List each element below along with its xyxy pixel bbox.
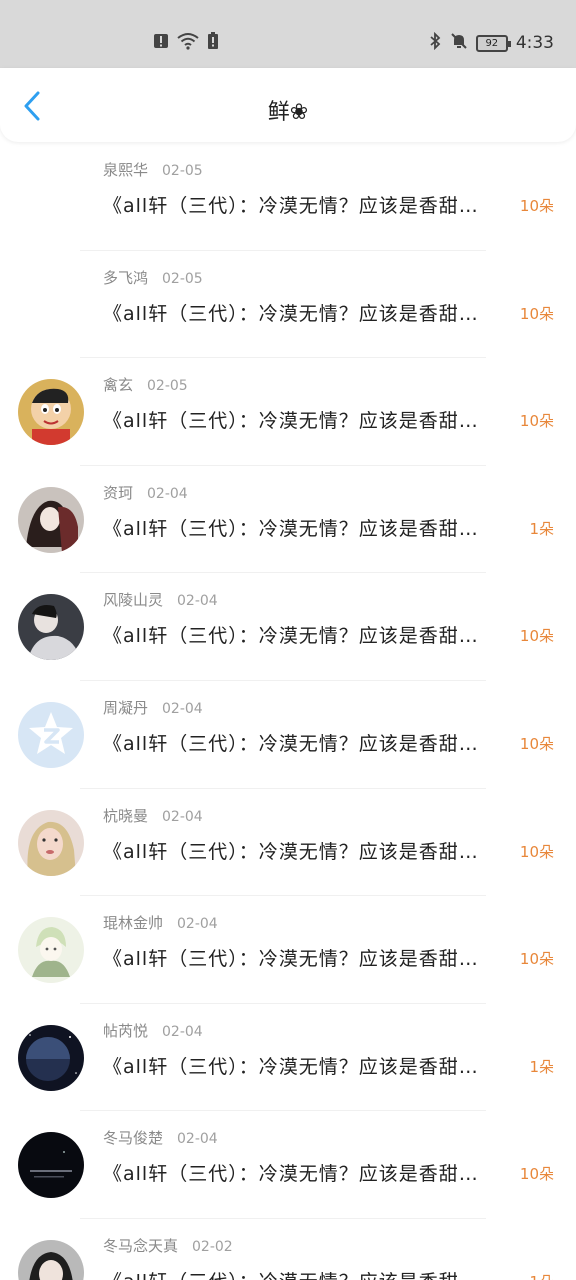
list-item[interactable]: 资珂 02-04 《all轩（三代）：冷漠无情？应该是香甜… 1朵 xyxy=(0,466,576,574)
avatar[interactable] xyxy=(18,917,84,984)
list-item[interactable]: 禽玄 02-05 《all轩（三代）：冷漠无情？应该是香甜… 10朵 xyxy=(0,358,576,466)
list-item[interactable]: 冬马俊楚 02-04 《all轩（三代）：冷漠无情？应该是香甜… 10朵 xyxy=(0,1111,576,1219)
list-item[interactable]: 帖芮悦 02-04 《all轩（三代）：冷漠无情？应该是香甜… 1朵 xyxy=(0,1004,576,1112)
gift-record-list: 泉熙华 02-05 《all轩（三代）：冷漠无情？应该是香甜… 10朵 多飞鸿 02… xyxy=(0,143,576,1280)
flower-count: 10朵 xyxy=(519,412,554,431)
user-name[interactable]: 冬马念天真 xyxy=(103,1237,178,1255)
flower-count: 10朵 xyxy=(519,950,554,969)
user-name[interactable]: 多飞鸿 xyxy=(103,269,148,287)
item-date: 02-04 xyxy=(177,593,218,610)
item-date: 02-05 xyxy=(162,270,203,287)
alert-icon xyxy=(153,33,169,53)
list-item[interactable]: 泉熙华 02-05 《all轩（三代）：冷漠无情？应该是香甜… 10朵 xyxy=(0,143,576,251)
avatar[interactable] xyxy=(18,1024,84,1091)
wifi-icon xyxy=(177,32,199,54)
book-title: 《all轩（三代）：冷漠无情？应该是香甜… xyxy=(103,1163,479,1186)
book-title: 《all轩（三代）：冷漠无情？应该是香甜… xyxy=(103,410,479,433)
user-name[interactable]: 资珂 xyxy=(103,484,133,502)
avatar[interactable] xyxy=(18,701,84,768)
book-title: 《all轩（三代）：冷漠无情？应该是香甜… xyxy=(103,1055,479,1078)
user-name[interactable]: 杭晓曼 xyxy=(103,807,148,825)
item-date: 02-04 xyxy=(147,485,188,502)
book-title: 《all轩（三代）：冷漠无情？应该是香甜… xyxy=(103,840,479,863)
flower-count: 1朵 xyxy=(529,1057,554,1076)
item-date: 02-02 xyxy=(192,1238,233,1255)
item-date: 02-04 xyxy=(177,1131,218,1148)
item-date: 02-05 xyxy=(162,163,203,179)
bluetooth-icon xyxy=(428,31,442,54)
battery-indicator: 92 xyxy=(475,34,511,52)
list-item[interactable]: 多飞鸿 02-05 《all轩（三代）：冷漠无情？应该是香甜… 10朵 xyxy=(0,251,576,359)
status-right-icons: 92 4:33 xyxy=(428,31,554,54)
user-name[interactable]: 泉熙华 xyxy=(103,161,148,179)
user-name[interactable]: 帖芮悦 xyxy=(103,1022,148,1040)
avatar[interactable] xyxy=(18,1239,84,1280)
flower-count: 1朵 xyxy=(529,519,554,538)
list-item[interactable]: 风陵山灵 02-04 《all轩（三代）：冷漠无情？应该是香甜… 10朵 xyxy=(0,573,576,681)
item-date: 02-05 xyxy=(147,378,188,395)
item-date: 02-04 xyxy=(177,916,218,933)
avatar[interactable] xyxy=(18,1132,84,1199)
book-title: 《all轩（三代）：冷漠无情？应该是香甜… xyxy=(103,517,479,540)
book-title: 《all轩（三代）：冷漠无情？应该是香甜… xyxy=(103,1267,515,1280)
status-left-icons xyxy=(153,32,219,54)
user-name[interactable]: 周凝丹 xyxy=(103,699,148,717)
mute-bell-icon xyxy=(450,32,468,54)
item-date: 02-04 xyxy=(162,808,203,825)
battery-small-icon xyxy=(207,32,219,54)
book-title: 《all轩（三代）：冷漠无情？应该是香甜… xyxy=(103,195,479,217)
navigation-header: 鲜❀ xyxy=(0,68,576,142)
list-item[interactable]: 琨林金帅 02-04 《all轩（三代）：冷漠无情？应该是香甜… 10朵 xyxy=(0,896,576,1004)
flower-count: 1朵 xyxy=(529,1271,554,1280)
list-item[interactable]: 冬马念天真 02-02 《all轩（三代）：冷漠无情？应该是香甜… 1朵 xyxy=(0,1219,576,1280)
book-title: 《all轩（三代）：冷漠无情？应该是香甜… xyxy=(103,948,479,971)
avatar[interactable] xyxy=(18,379,84,446)
user-name[interactable]: 禽玄 xyxy=(103,376,133,394)
user-name[interactable]: 琨林金帅 xyxy=(103,914,163,932)
book-title: 《all轩（三代）：冷漠无情？应该是香甜… xyxy=(103,625,479,648)
flower-count: 10朵 xyxy=(519,1165,554,1184)
avatar[interactable] xyxy=(18,486,84,553)
flower-count: 10朵 xyxy=(519,197,554,215)
clock: 4:33 xyxy=(515,33,554,53)
flower-count: 10朵 xyxy=(519,304,554,323)
page-title: 鲜❀ xyxy=(267,100,309,125)
avatar[interactable] xyxy=(18,809,84,876)
flower-count: 10朵 xyxy=(519,734,554,753)
user-name[interactable]: 冬马俊楚 xyxy=(103,1129,163,1147)
item-date: 02-04 xyxy=(162,700,203,717)
item-date: 02-04 xyxy=(162,1023,203,1040)
user-name[interactable]: 风陵山灵 xyxy=(103,591,163,609)
battery-level: 92 xyxy=(485,37,499,49)
list-item[interactable]: 周凝丹 02-04 《all轩（三代）：冷漠无情？应该是香甜… 10朵 xyxy=(0,681,576,789)
status-bar: 92 4:33 xyxy=(0,0,576,68)
avatar[interactable] xyxy=(18,594,84,661)
list-item[interactable]: 杭晓曼 02-04 《all轩（三代）：冷漠无情？应该是香甜… 10朵 xyxy=(0,789,576,897)
flower-count: 10朵 xyxy=(519,627,554,646)
book-title: 《all轩（三代）：冷漠无情？应该是香甜… xyxy=(103,732,479,755)
flower-count: 10朵 xyxy=(519,842,554,861)
book-title: 《all轩（三代）：冷漠无情？应该是香甜… xyxy=(103,302,479,325)
